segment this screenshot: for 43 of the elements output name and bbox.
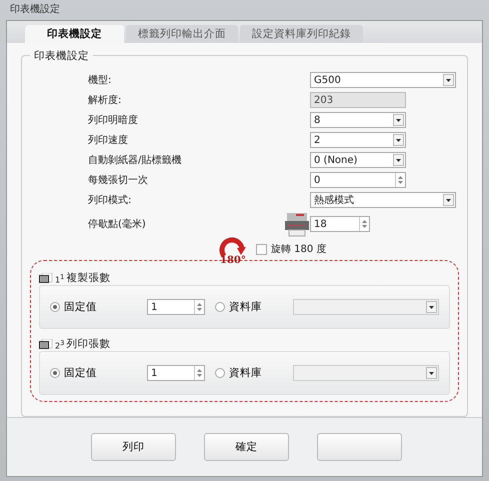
tab[interactable]: 設定資料庫列印紀錄 xyxy=(240,25,363,43)
printer-icon xyxy=(284,211,310,237)
dropdown[interactable]: G500 xyxy=(310,72,456,88)
dropdown[interactable]: 0 (None) xyxy=(310,152,406,168)
tab[interactable]: 印表機設定 xyxy=(25,25,124,43)
radio-button[interactable]: 資料庫 xyxy=(215,366,262,380)
dropdown[interactable]: 熱感模式 xyxy=(310,192,456,208)
group-title: 印表機設定 xyxy=(30,49,93,63)
spinner-arrows-icon[interactable] xyxy=(194,300,204,314)
counter-marker: 1$^{1}$ xyxy=(55,274,64,285)
tab[interactable]: 標籤列印輸出介面 xyxy=(126,25,238,43)
checkbox-label: 旋轉 180 度 xyxy=(271,242,326,256)
setting-label: 列印速度 xyxy=(88,134,129,147)
barcode-icon xyxy=(39,339,53,351)
spinner-arrows-icon[interactable] xyxy=(395,173,405,187)
setting-label: 每幾張切一次 xyxy=(88,174,149,187)
section-title: 列印張數 xyxy=(66,337,110,351)
button[interactable] xyxy=(317,433,402,461)
dropdown[interactable]: 2 xyxy=(310,132,406,148)
setting-label: 機型: xyxy=(88,74,112,87)
setting-label: 列印明暗度 xyxy=(88,114,139,127)
setting-label: 停歇點(毫米) xyxy=(88,218,147,231)
section-title: 複製張數 xyxy=(66,271,110,285)
spinner-field[interactable]: 0 xyxy=(310,172,406,188)
barcode-icon xyxy=(39,273,53,285)
button[interactable]: 確定 xyxy=(204,433,289,461)
spinner-field[interactable]: 1 xyxy=(147,365,205,381)
radio-button[interactable]: 固定值 xyxy=(50,366,97,380)
dropdown[interactable]: 8 xyxy=(310,112,406,128)
setting-label: 列印模式: xyxy=(88,194,132,207)
counter-marker: 2$^{3}$ xyxy=(55,340,64,351)
setting-label: 自動剝紙器/貼標籤機 xyxy=(88,154,182,167)
spinner-field[interactable]: 18 xyxy=(310,216,370,232)
button[interactable]: 列印 xyxy=(91,433,176,461)
spinner-arrows-icon[interactable] xyxy=(359,217,369,231)
radio-button[interactable]: 資料庫 xyxy=(215,300,262,314)
spinner-arrows-icon[interactable] xyxy=(194,366,204,380)
readonly-field: 203 xyxy=(310,92,406,108)
checkbox[interactable] xyxy=(256,244,267,254)
radio-button[interactable]: 固定值 xyxy=(50,300,97,314)
setting-label: 解析度: xyxy=(88,94,122,107)
spinner-field[interactable]: 1 xyxy=(147,299,205,315)
window-title: 印表機設定 xyxy=(9,2,61,17)
